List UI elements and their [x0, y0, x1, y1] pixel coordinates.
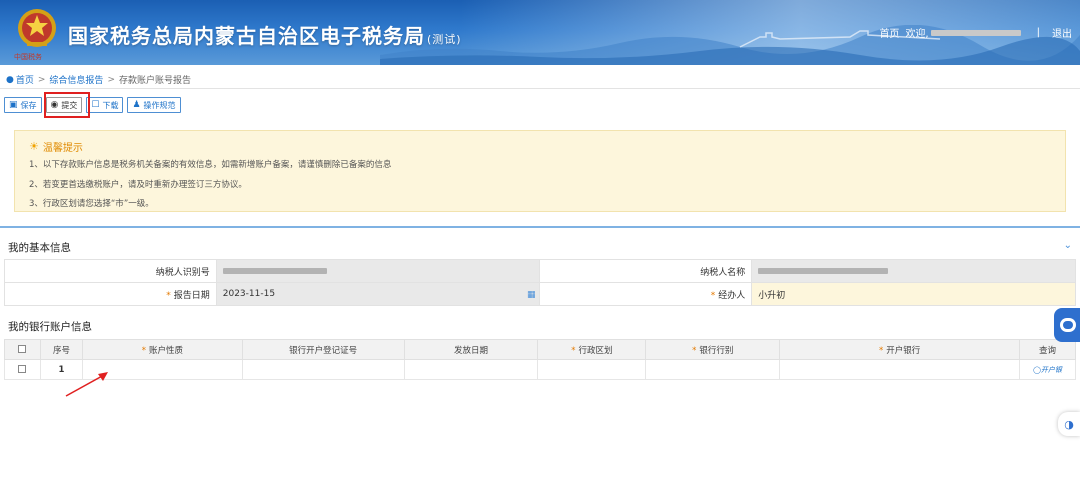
region-cell[interactable] — [537, 359, 647, 380]
home-link[interactable]: 首页 — [879, 25, 899, 40]
tip-line-2: 2、若变更首选缴税账户，请及时重新办理签订三方协议。 — [29, 180, 247, 190]
guide-button[interactable]: ♟ 操作规范 — [127, 97, 181, 113]
col-region-label: 行政区划 — [578, 345, 613, 356]
report-date-field[interactable]: 2023-11-15 ▦ — [215, 282, 541, 306]
top-links: 首页 欢迎, | 退出 — [879, 25, 1072, 40]
download-icon: ☐ — [91, 100, 100, 110]
registration-no-cell[interactable] — [241, 359, 405, 380]
divider — [0, 88, 1080, 89]
breadcrumb-home[interactable]: 首页 — [16, 73, 34, 86]
col-bank-type-label: 银行行别 — [699, 345, 734, 356]
lightbulb-icon: ☀ — [29, 140, 39, 153]
report-date-value: 2023-11-15 — [222, 289, 276, 299]
breadcrumb: ● 首页 > 综合信息报告 > 存款账户账号报告 — [6, 73, 191, 87]
tip-line-1: 1、以下存款账户信息是税务机关备案的有效信息，如需新增账户备案，请谨慎删除已备案… — [29, 160, 392, 170]
col-issue-date: 发放日期 — [403, 339, 539, 360]
col-registration-no: 银行开户登记证号 — [241, 339, 405, 360]
row-select-cell — [4, 359, 41, 380]
query-cell: ◯开户银 — [1018, 359, 1077, 380]
handler-label-cell: * 经办人 — [539, 282, 753, 306]
required-mark: * — [166, 290, 171, 301]
welcome-text: 欢迎, — [905, 29, 929, 40]
col-bank-type: * 银行行别 — [645, 339, 781, 360]
chevron-down-icon[interactable]: ⌄ — [1064, 240, 1072, 251]
handler-label: 经办人 — [718, 290, 746, 301]
required-mark: * — [571, 345, 576, 356]
chat-widget-icon[interactable] — [1054, 308, 1080, 342]
save-label: 保存 — [20, 100, 37, 110]
tips-title: ☀ 温馨提示 — [29, 139, 83, 154]
divider — [0, 226, 1080, 228]
guide-label: 操作规范 — [143, 100, 176, 110]
arrow-annotation — [65, 372, 108, 397]
taxpayer-id-label: 纳税人识别号 — [4, 259, 217, 283]
username-masked — [930, 29, 1021, 36]
guide-icon: ♟ — [132, 100, 141, 110]
separator: | — [1036, 27, 1040, 38]
save-icon: ▣ — [9, 100, 18, 110]
breadcrumb-separator: > — [37, 74, 46, 85]
calendar-icon[interactable]: ▦ — [527, 290, 536, 300]
taxpayer-name-label: 纳税人名称 — [539, 259, 753, 283]
download-button[interactable]: ☐ 下载 — [86, 97, 124, 113]
tips-title-text: 温馨提示 — [42, 143, 83, 154]
handler-field[interactable]: 小升初 — [751, 282, 1076, 306]
submit-highlight-annotation — [44, 92, 90, 118]
test-suffix: (测试) — [427, 33, 462, 46]
chat-widget-face — [1060, 318, 1076, 332]
table-header-row: 序号 * 账户性质 银行开户登记证号 发放日期 * 行政区划 * 银行行别 * 开户银行… — [4, 339, 1077, 360]
toolbar: ▣ 保存 ◉ 提交 ☐ 下载 ♟ 操作规范 — [4, 97, 181, 113]
col-account-type: * 账户性质 — [81, 339, 243, 360]
bank-type-cell[interactable] — [645, 359, 781, 380]
tips-panel: ☀ 温馨提示 1、以下存款账户信息是税务机关备案的有效信息，如需新增账户备案，请… — [14, 130, 1066, 212]
logo-caption: 中国税务 — [14, 53, 42, 61]
logout-link[interactable]: 退出 — [1052, 25, 1072, 40]
table-row: 1 ◯开户银 — [4, 359, 1077, 380]
breadcrumb-separator: > — [107, 74, 115, 85]
breadcrumb-current: 存款账户账号报告 — [118, 76, 191, 86]
query-bank-link[interactable]: ◯开户银 — [1033, 366, 1062, 374]
save-button[interactable]: ▣ 保存 — [4, 97, 42, 113]
col-account-type-label: 账户性质 — [148, 345, 183, 356]
bank-info-title: 我的银行账户信息 — [8, 321, 92, 333]
site-title: 国家税务总局内蒙古自治区电子税务局 (测试) — [68, 20, 462, 49]
col-query: 查询 — [1018, 339, 1077, 360]
select-all-header — [4, 339, 41, 360]
select-all-checkbox[interactable] — [18, 345, 27, 353]
download-label: 下载 — [102, 100, 119, 110]
col-bank: * 开户银行 — [779, 339, 1020, 360]
breadcrumb-report[interactable]: 综合信息报告 — [49, 73, 103, 86]
required-mark: * — [692, 345, 697, 356]
col-index: 序号 — [39, 339, 83, 360]
masked-value — [758, 267, 889, 274]
taxpayer-name-value — [751, 259, 1076, 283]
query-bank-label: 开户银 — [1040, 365, 1062, 374]
tax-emblem-logo — [18, 9, 56, 47]
report-date-label: 报告日期 — [173, 290, 210, 301]
row-checkbox[interactable] — [18, 365, 27, 373]
taxpayer-id-value — [215, 259, 541, 283]
required-mark: * — [878, 345, 884, 356]
required-mark: * — [141, 345, 146, 356]
required-mark: * — [710, 290, 716, 301]
basic-info-table: 纳税人识别号 纳税人名称 * 报告日期 2023-11-15 ▦ * 经办人 小升初 — [4, 259, 1076, 306]
tip-line-3: 3、行政区划请您选择“市”一级。 — [29, 199, 154, 209]
location-pin-icon: ● — [6, 74, 14, 85]
assistant-widget-icon[interactable]: ◑ — [1058, 412, 1080, 436]
site-title-text: 国家税务总局内蒙古自治区电子税务局 — [68, 24, 425, 48]
report-date-label-cell: * 报告日期 — [4, 282, 217, 306]
col-bank-label: 开户银行 — [886, 345, 921, 356]
issue-date-cell[interactable] — [403, 359, 539, 380]
col-region: * 行政区划 — [537, 339, 647, 360]
header-banner: 中国税务 国家税务总局内蒙古自治区电子税务局 (测试) 首页 欢迎, | 退出 — [0, 0, 1080, 65]
bank-accounts-table: 序号 * 账户性质 银行开户登记证号 发放日期 * 行政区划 * 银行行别 * 开户银行… — [4, 339, 1077, 380]
basic-info-title: 我的基本信息 — [8, 242, 71, 254]
masked-value — [222, 267, 327, 274]
handler-value: 小升初 — [758, 290, 786, 301]
bank-cell[interactable] — [779, 359, 1020, 380]
